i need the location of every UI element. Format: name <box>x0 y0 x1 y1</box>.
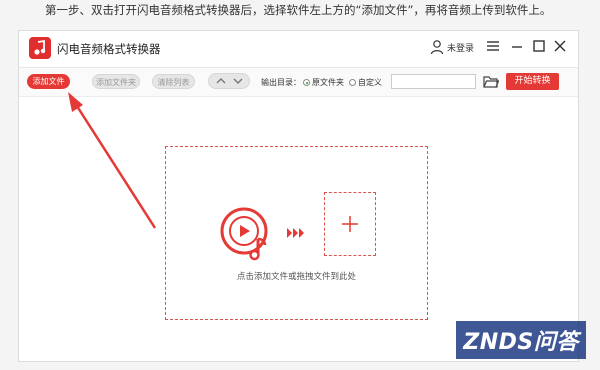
app-title: 闪电音频格式转换器 <box>57 42 161 56</box>
radio-custom[interactable]: 自定义 <box>349 77 382 88</box>
start-convert-button[interactable]: 开始转换 <box>506 73 559 90</box>
output-path-input[interactable] <box>391 74 476 89</box>
forward-arrows-icon <box>287 228 304 238</box>
order-buttons <box>208 73 250 89</box>
radio-unchecked-icon <box>349 79 356 86</box>
drop-hint-text: 点击添加文件或拖拽文件到此处 <box>236 272 356 282</box>
music-file-icon <box>220 207 268 261</box>
watermark-text: ZNDS问答 <box>463 330 579 355</box>
output-dir-label: 输出目录： <box>261 78 301 87</box>
instruction-text: 第一步、双击打开闪电音频格式转换器后，选择软件左上方的“添加文件”，再将音频上传… <box>45 3 552 17</box>
minimize-icon[interactable] <box>509 38 525 54</box>
close-icon[interactable] <box>552 38 568 54</box>
radio-original-label: 原文件夹 <box>312 78 344 87</box>
file-drop-zone[interactable]: 点击添加文件或拖拽文件到此处 <box>165 146 428 320</box>
folder-icon[interactable] <box>483 75 499 89</box>
login-label: 未登录 <box>447 43 475 54</box>
add-file-button[interactable]: 添加文件 <box>27 74 70 89</box>
plus-icon <box>342 216 358 232</box>
watermark-logo: ZNDS问答 <box>456 321 586 359</box>
user-icon <box>430 40 444 55</box>
maximize-icon[interactable] <box>531 38 547 54</box>
menu-icon[interactable] <box>485 38 501 54</box>
radio-checked-icon <box>303 79 310 86</box>
app-window: 闪电音频格式转换器 未登录 添加文件 添加文件夹 清除列表 输出目录： 原文件夹… <box>18 30 579 362</box>
title-bar: 闪电音频格式转换器 未登录 <box>19 31 578 65</box>
radio-custom-label: 自定义 <box>358 78 382 87</box>
add-file-box[interactable] <box>324 192 376 256</box>
chevron-up-icon[interactable] <box>215 76 227 86</box>
radio-original-folder[interactable]: 原文件夹 <box>303 77 344 88</box>
music-note-icon <box>29 37 51 59</box>
toolbar: 添加文件 添加文件夹 清除列表 输出目录： 原文件夹 自定义 开始转换 <box>19 67 578 97</box>
login-button[interactable]: 未登录 <box>430 37 474 57</box>
clear-list-button[interactable]: 清除列表 <box>152 74 195 89</box>
add-folder-button[interactable]: 添加文件夹 <box>92 74 140 89</box>
chevron-down-icon[interactable] <box>232 76 244 86</box>
